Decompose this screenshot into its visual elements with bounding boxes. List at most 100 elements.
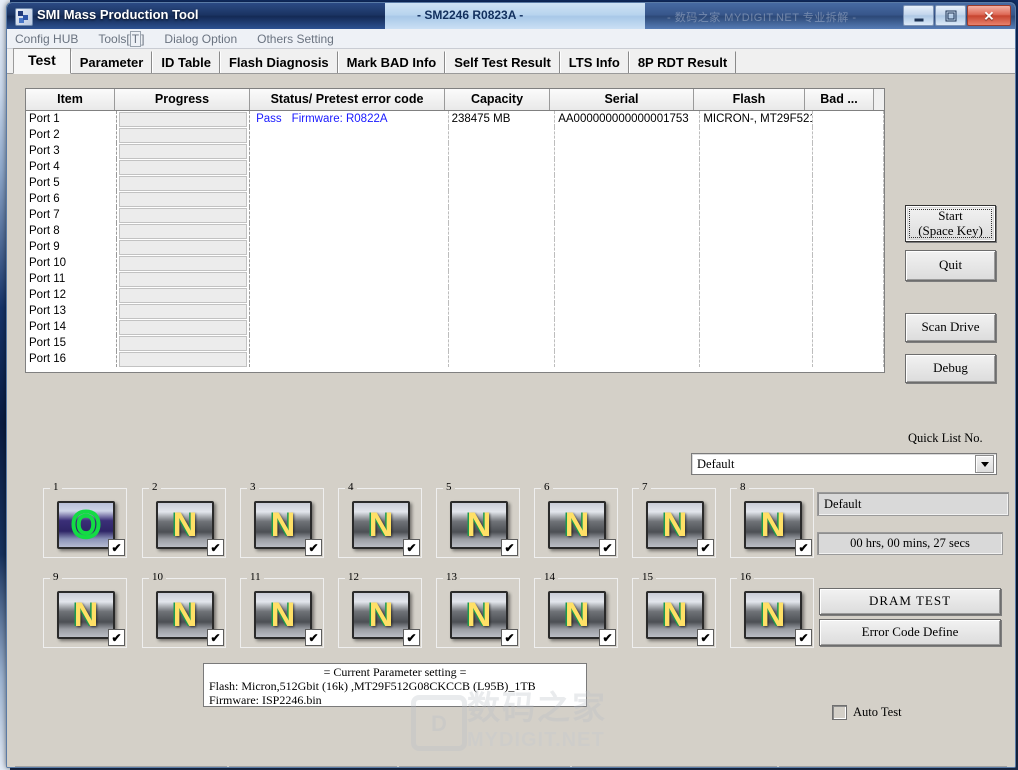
table-row[interactable]: Port 4 xyxy=(26,159,884,175)
drive-slot[interactable]: 7 N ✔ xyxy=(632,481,716,558)
column-header-flash[interactable]: Flash xyxy=(694,89,805,110)
cell-capacity xyxy=(449,335,556,351)
drive-slot-checkbox[interactable]: ✔ xyxy=(697,539,714,556)
drive-slot[interactable]: 1 O ✔ xyxy=(43,481,127,558)
drive-slot[interactable]: 14 N ✔ xyxy=(534,571,618,648)
progress-bar xyxy=(118,176,248,191)
drive-slot[interactable]: 16 N ✔ xyxy=(730,571,814,648)
table-row[interactable]: Port 16 xyxy=(26,351,884,367)
column-header-item[interactable]: Item xyxy=(26,89,115,110)
column-header-capacity[interactable]: Capacity xyxy=(445,89,550,110)
menu-item-dialog-option[interactable]: Dialog Option xyxy=(164,32,237,46)
drive-slot-checkbox[interactable]: ✔ xyxy=(305,629,322,646)
cell-flash xyxy=(700,271,813,287)
cell-item: Port 11 xyxy=(26,271,117,287)
chevron-down-icon[interactable] xyxy=(975,455,994,473)
cell-capacity xyxy=(449,351,556,367)
drive-slot[interactable]: 3 N ✔ xyxy=(240,481,324,558)
table-row[interactable]: Port 6 xyxy=(26,191,884,207)
drive-slot-checkbox[interactable]: ✔ xyxy=(108,629,125,646)
table-row[interactable]: Port 13 xyxy=(26,303,884,319)
column-header-serial[interactable]: Serial xyxy=(550,89,694,110)
minimize-button[interactable] xyxy=(903,5,934,26)
maximize-icon xyxy=(945,10,956,21)
drive-status-glyph: N xyxy=(760,506,786,544)
table-row[interactable]: Port 15 xyxy=(26,335,884,351)
drive-slot[interactable]: 9 N ✔ xyxy=(43,571,127,648)
status-bar: Test Count : 1 Pass : 1 Fail : 0 AA00000… xyxy=(15,766,1007,767)
tab-self-test-result[interactable]: Self Test Result xyxy=(445,51,560,73)
drive-slot-checkbox[interactable]: ✔ xyxy=(403,539,420,556)
drive-slot-checkbox[interactable]: ✔ xyxy=(501,629,518,646)
table-row[interactable]: Port 5 xyxy=(26,175,884,191)
table-row[interactable]: Port 10 xyxy=(26,255,884,271)
tab-8p-rdt-result[interactable]: 8P RDT Result xyxy=(628,51,737,73)
drive-slot-checkbox[interactable]: ✔ xyxy=(795,539,812,556)
drive-status-glyph: N xyxy=(172,506,198,544)
drive-slot[interactable]: 5 N ✔ xyxy=(436,481,520,558)
dram-test-button[interactable]: DRAM TEST xyxy=(819,588,1001,615)
tab-flash-diagnosis[interactable]: Flash Diagnosis xyxy=(219,51,338,73)
table-row[interactable]: Port 14 xyxy=(26,319,884,335)
scan-drive-button[interactable]: Scan Drive xyxy=(905,313,996,342)
drive-slot-checkbox[interactable]: ✔ xyxy=(697,629,714,646)
table-row[interactable]: Port 11 xyxy=(26,271,884,287)
close-button[interactable]: ✕ xyxy=(967,5,1011,26)
cell-serial xyxy=(555,271,701,287)
quit-button[interactable]: Quit xyxy=(905,250,996,281)
tab-mark-bad-info[interactable]: Mark BAD Info xyxy=(337,51,446,73)
drive-slot-checkbox[interactable]: ✔ xyxy=(795,629,812,646)
status-fail: Fail : 0 xyxy=(399,766,570,767)
drive-slot-checkbox[interactable]: ✔ xyxy=(501,539,518,556)
drive-slot[interactable]: 6 N ✔ xyxy=(534,481,618,558)
error-code-define-button[interactable]: Error Code Define xyxy=(819,619,1001,646)
drive-slot-checkbox[interactable]: ✔ xyxy=(599,539,616,556)
table-row[interactable]: Port 7 xyxy=(26,207,884,223)
tab-lts-info[interactable]: LTS Info xyxy=(559,51,629,73)
drive-slot-checkbox[interactable]: ✔ xyxy=(305,539,322,556)
cell-item: Port 13 xyxy=(26,303,117,319)
menu-item-tools[interactable]: Tools[T] xyxy=(98,30,144,47)
drive-slot[interactable]: 4 N ✔ xyxy=(338,481,422,558)
auto-test-row[interactable]: Auto Test xyxy=(832,705,902,720)
drive-slot[interactable]: 8 N ✔ xyxy=(730,481,814,558)
quick-list-combobox[interactable]: Default xyxy=(691,453,997,475)
drive-slot[interactable]: 13 N ✔ xyxy=(436,571,520,648)
tab-parameter[interactable]: Parameter xyxy=(70,51,153,73)
drive-slot-checkbox[interactable]: ✔ xyxy=(207,629,224,646)
window-title: SMI Mass Production Tool xyxy=(37,7,199,22)
cell-bad xyxy=(813,143,884,159)
tab-test[interactable]: Test xyxy=(13,48,71,74)
menu-item-others-setting[interactable]: Others Setting xyxy=(257,32,334,46)
parameter-box-title: = Current Parameter setting = xyxy=(323,665,467,679)
drive-slot-checkbox[interactable]: ✔ xyxy=(599,629,616,646)
table-row[interactable]: Port 8 xyxy=(26,223,884,239)
cell-capacity xyxy=(449,303,556,319)
table-row[interactable]: Port 12 xyxy=(26,287,884,303)
drive-slot[interactable]: 12 N ✔ xyxy=(338,571,422,648)
auto-test-checkbox[interactable] xyxy=(832,705,847,720)
column-header-status-pretest-error-code[interactable]: Status/ Pretest error code xyxy=(250,89,445,110)
start-button[interactable]: Start (Space Key) xyxy=(905,205,996,242)
cell-item: Port 2 xyxy=(26,127,117,143)
drive-slot[interactable]: 11 N ✔ xyxy=(240,571,324,648)
drive-slot[interactable]: 2 N ✔ xyxy=(142,481,226,558)
table-row[interactable]: Port 3 xyxy=(26,143,884,159)
debug-button[interactable]: Debug xyxy=(905,354,996,383)
maximize-button[interactable] xyxy=(935,5,966,26)
drive-slot-checkbox[interactable]: ✔ xyxy=(108,539,125,556)
table-row[interactable]: Port 1 Pass Firmware: R0822A 238475 MB AA000… xyxy=(26,111,884,127)
drive-slot[interactable]: 15 N ✔ xyxy=(632,571,716,648)
cell-bad xyxy=(813,319,884,335)
cell-progress xyxy=(117,351,251,367)
drive-slot[interactable]: 10 N ✔ xyxy=(142,571,226,648)
drive-slot-checkbox[interactable]: ✔ xyxy=(207,539,224,556)
column-header-progress[interactable]: Progress xyxy=(115,89,250,110)
column-header-bad[interactable]: Bad ... xyxy=(805,89,874,110)
table-row[interactable]: Port 2 xyxy=(26,127,884,143)
tab-id-table[interactable]: ID Table xyxy=(152,51,220,73)
table-row[interactable]: Port 9 xyxy=(26,239,884,255)
drive-slot-checkbox[interactable]: ✔ xyxy=(403,629,420,646)
cell-progress xyxy=(117,335,251,351)
menu-item-config-hub[interactable]: Config HUB xyxy=(15,32,78,46)
